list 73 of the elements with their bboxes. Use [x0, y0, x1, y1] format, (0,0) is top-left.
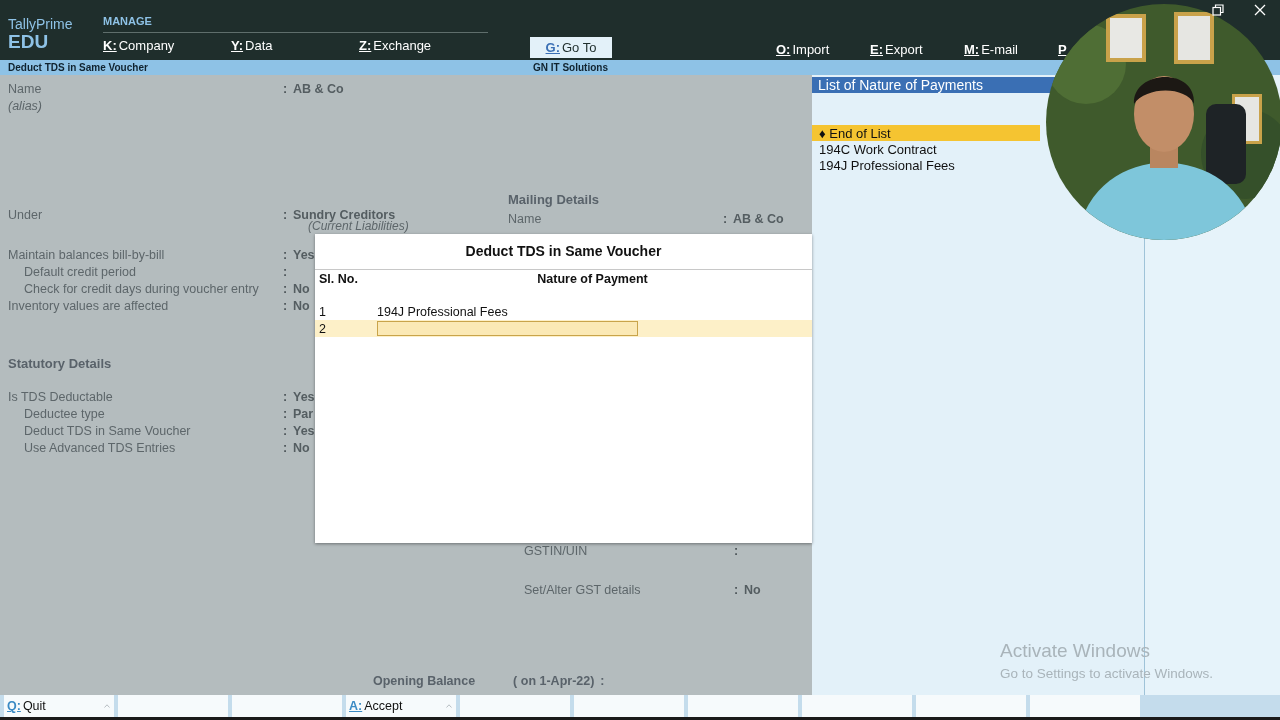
table-row[interactable]: 1 194J Professional Fees: [315, 303, 812, 320]
field-label: GSTIN/UIN: [524, 543, 588, 558]
section-heading: Statutory Details: [8, 356, 112, 371]
menu-title: MANAGE: [103, 15, 152, 27]
company-name: GN IT Solutions: [533, 62, 608, 73]
field-label: Under: [8, 207, 43, 222]
field-separator: :: [283, 264, 288, 279]
screen-title: Deduct TDS in Same Voucher: [7, 62, 149, 73]
field-label: ( on 1-Apr-22): [513, 674, 595, 688]
field-value: Yes: [293, 247, 315, 262]
field-value: Par: [293, 406, 314, 421]
list-item[interactable]: 194C Work Contract: [812, 141, 1040, 157]
field-note: (Current Liabilities): [308, 220, 409, 233]
menu-item[interactable]: K:Company: [103, 38, 231, 53]
field-value: No: [293, 281, 310, 296]
list-item[interactable]: ♦ End of List: [812, 125, 1040, 141]
field-separator: :: [283, 440, 288, 455]
table-cell: 2: [319, 321, 326, 336]
edition-name: EDU: [8, 32, 49, 52]
close-icon[interactable]: [1254, 4, 1266, 16]
field-label: Deduct TDS in Same Voucher: [23, 423, 191, 438]
table-cell: 1: [319, 304, 326, 319]
field-label: Check for credit days during voucher entry: [23, 281, 259, 296]
column-header: Nature of Payment: [537, 272, 648, 286]
field-value: Yes: [293, 423, 315, 438]
field-label: Opening Balance: [373, 674, 476, 688]
field-separator: :: [734, 582, 739, 597]
dialog-title: Deduct TDS in Same Voucher: [465, 243, 662, 259]
caret-icon: [446, 704, 452, 708]
field-separator: :: [600, 674, 605, 688]
field-label: Inventory values are affected: [8, 298, 169, 313]
field-value: No: [744, 582, 761, 597]
menu-item[interactable]: Z:Exchange: [359, 38, 487, 53]
field-separator: :: [283, 298, 288, 313]
field-separator: :: [734, 543, 739, 558]
field-label: Is TDS Deductable: [8, 389, 113, 404]
list-item[interactable]: 194J Professional Fees: [812, 157, 1040, 173]
menu-item[interactable]: O:Import: [776, 42, 830, 57]
menu-item[interactable]: Y:Data: [231, 38, 359, 53]
field-separator: :: [283, 247, 288, 262]
field-value: No: [293, 298, 310, 313]
field-label: Use Advanced TDS Entries: [23, 440, 176, 455]
caret-icon: [104, 704, 110, 708]
menu-item[interactable]: P: [1058, 42, 1069, 57]
menu-item[interactable]: M:E-mail: [964, 42, 1018, 57]
field-separator: :: [283, 423, 288, 438]
field-label: Set/Alter GST details: [524, 582, 641, 597]
field-value: Sundry Creditors: [293, 207, 396, 222]
product-name: TallyPrime: [8, 16, 74, 32]
field-separator: :: [283, 207, 288, 222]
field-label: Deductee type: [23, 406, 105, 421]
field-value: AB & Co: [733, 211, 784, 226]
field-label: Name: [8, 81, 42, 96]
field-value: AB & Co: [293, 81, 344, 96]
field-separator: :: [723, 211, 728, 226]
field-separator: :: [283, 389, 288, 404]
field-label: Maintain balances bill-by-bill: [8, 247, 165, 262]
table-cell: 194J Professional Fees: [377, 304, 508, 319]
field-separator: :: [283, 281, 288, 296]
restore-icon[interactable]: [1212, 4, 1224, 16]
table-row[interactable]: 2: [315, 320, 812, 337]
field-value: No: [293, 440, 310, 455]
field-label: (alias): [8, 98, 43, 113]
field-separator: :: [283, 406, 288, 421]
field-value: Yes: [293, 389, 315, 404]
section-heading: Mailing Details: [508, 192, 600, 207]
column-header: Sl. No.: [319, 272, 358, 286]
field-separator: :: [283, 81, 288, 96]
field-label: Name: [508, 211, 542, 226]
menu-item[interactable]: E:Export: [870, 42, 923, 57]
input-field[interactable]: [377, 321, 638, 336]
go-to-button[interactable]: G:Go To: [530, 37, 612, 58]
field-label: Default credit period: [23, 264, 136, 279]
